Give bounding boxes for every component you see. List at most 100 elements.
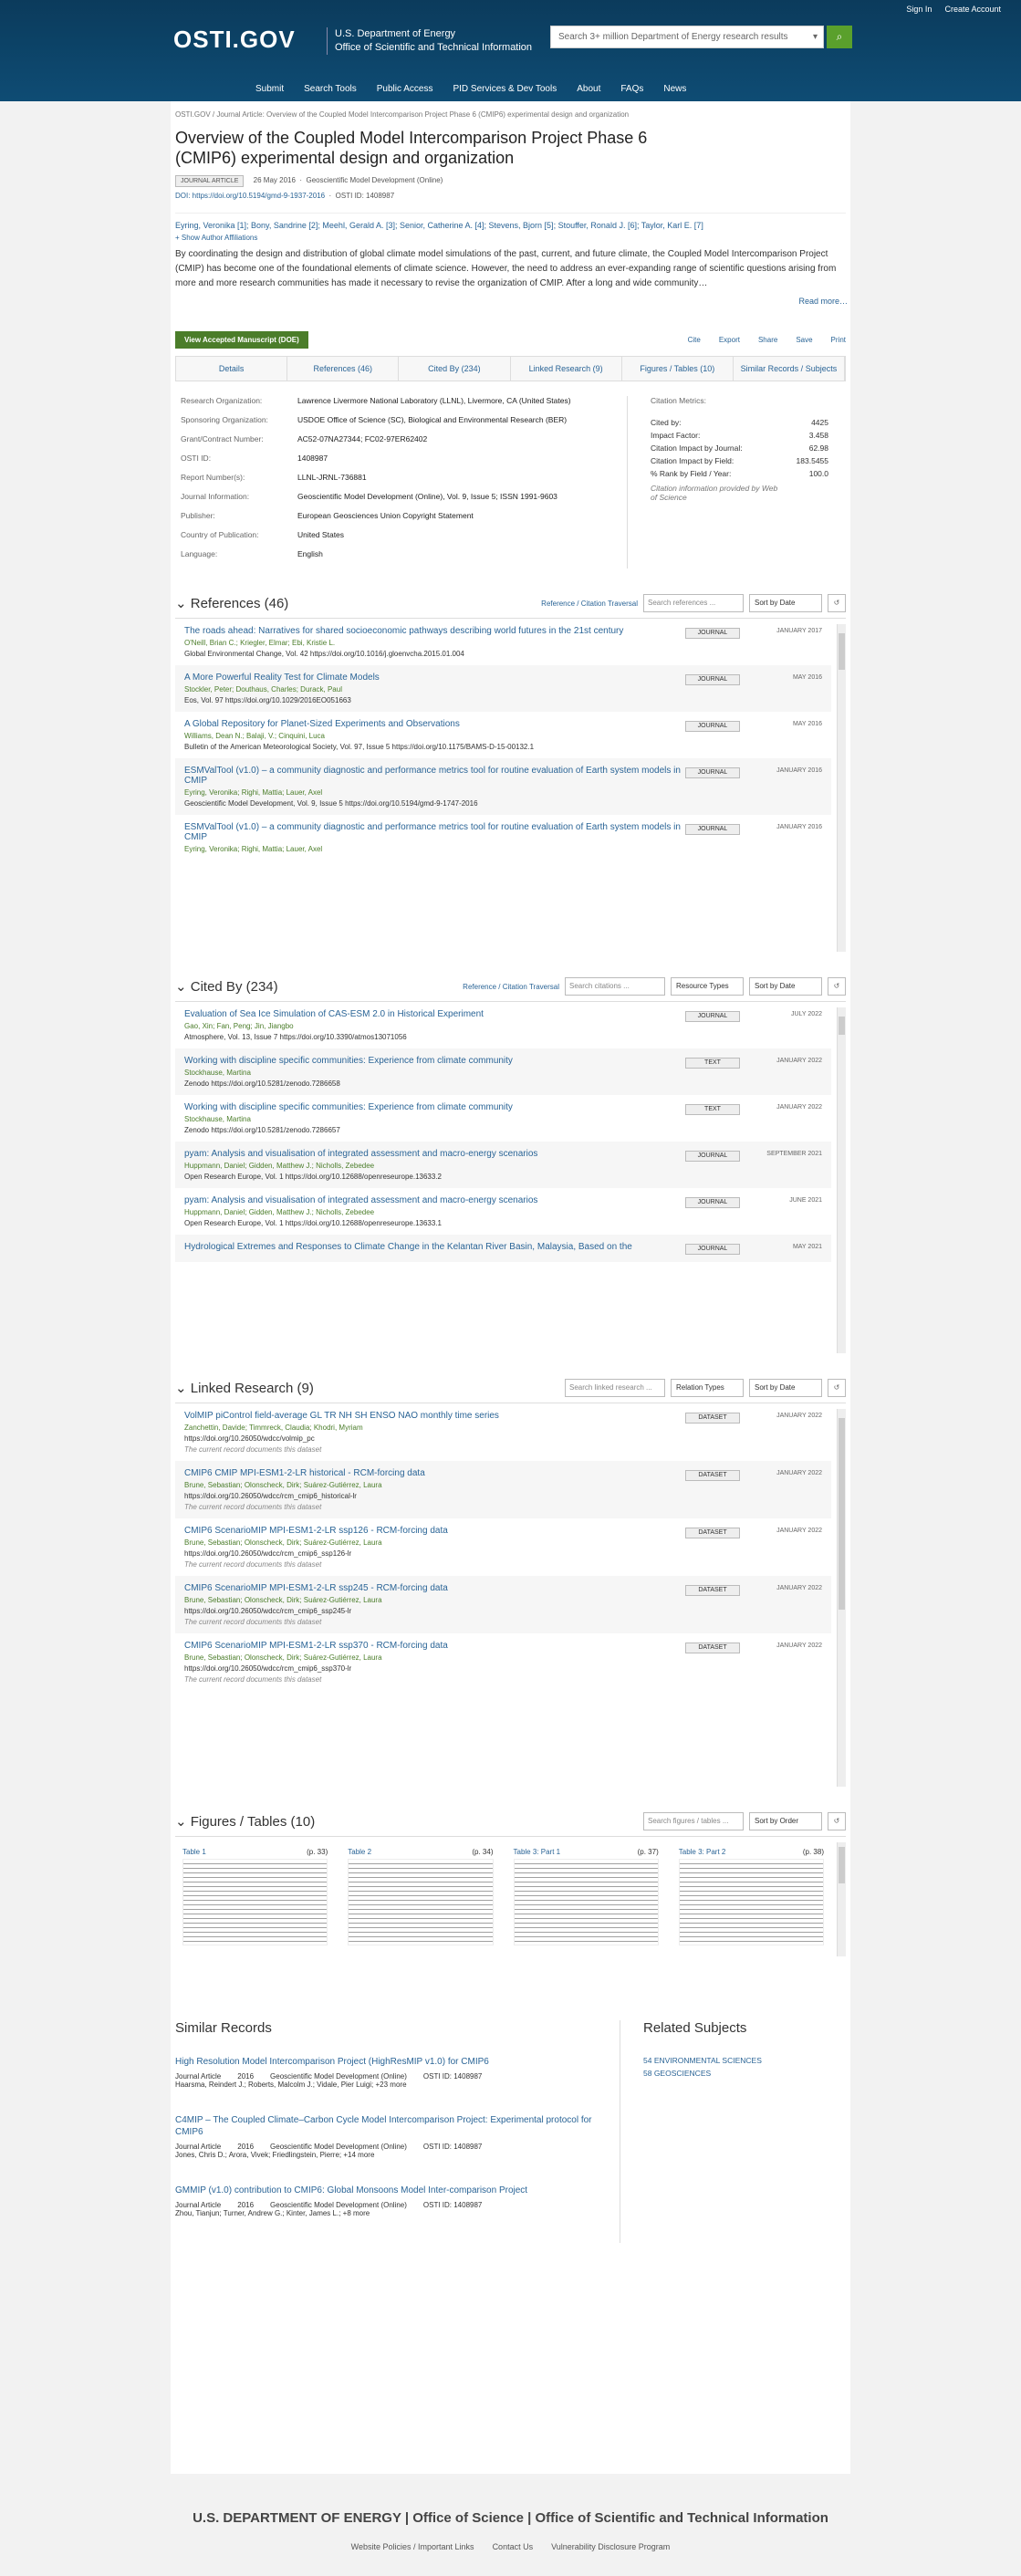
item-title-link[interactable]: ESMValTool (v1.0) – a community diagnost… — [184, 822, 685, 842]
resource-type-select[interactable]: Resource Types — [671, 977, 744, 996]
item-title-link[interactable]: pyam: Analysis and visualisation of inte… — [184, 1195, 685, 1205]
osti-logo[interactable]: OSTI.GOV — [173, 26, 296, 54]
metric-row: Cited by: 4425 — [651, 418, 828, 427]
item-title-link[interactable]: CMIP6 ScenarioMIP MPI-ESM1-2-LR ssp126 -… — [184, 1526, 685, 1536]
item-title-link[interactable]: CMIP6 CMIP MPI-ESM1-2-LR historical - RC… — [184, 1468, 685, 1478]
subject-link[interactable]: 54 ENVIRONMENTAL SCIENCES — [643, 2056, 762, 2065]
sign-in-link[interactable]: Sign In — [906, 5, 932, 14]
similar-record: High Resolution Model Intercomparison Pr… — [175, 2056, 618, 2089]
figure-thumbnail[interactable] — [678, 1859, 824, 1945]
item-title-link[interactable]: VolMIP piControl field-average GL TR NH … — [184, 1411, 685, 1421]
item-title-link[interactable]: CMIP6 ScenarioMIP MPI-ESM1-2-LR ssp370 -… — [184, 1641, 685, 1651]
item-title-link[interactable]: Hydrological Extremes and Responses to C… — [184, 1242, 685, 1252]
refresh-icon[interactable]: ↺ — [828, 1812, 846, 1830]
figure-card[interactable]: Table 3: Part 1 (p. 37) — [513, 1848, 659, 1945]
sort-select[interactable]: Sort by Date — [749, 594, 822, 612]
search-button[interactable]: ⌕ — [827, 26, 852, 48]
figure-label[interactable]: Table 3: Part 2 — [679, 1848, 726, 1856]
nav-item[interactable]: About — [577, 84, 600, 94]
scrollbar[interactable] — [837, 1842, 846, 1956]
list-item: Hydrological Extremes and Responses to C… — [175, 1235, 831, 1262]
create-account-link[interactable]: Create Account — [944, 5, 1001, 14]
figure-card[interactable]: Table 3: Part 2 (p. 38) — [678, 1848, 824, 1945]
show-affiliations-link[interactable]: + Show Author Affiliations — [175, 234, 846, 242]
section-title[interactable]: ⌄ Cited By (234) — [175, 978, 278, 995]
doe-logo[interactable]: U.S. DEPARTMENT OF ENERGY | Office of Sc… — [0, 2510, 1021, 2526]
refresh-icon[interactable]: ↺ — [828, 594, 846, 612]
item-title-link[interactable]: A Global Repository for Planet-Sized Exp… — [184, 719, 685, 729]
search-linked-input[interactable]: Search linked research ... — [565, 1379, 665, 1397]
figure-label[interactable]: Table 3: Part 1 — [514, 1848, 561, 1856]
scrollbar[interactable] — [837, 1007, 846, 1353]
section-title[interactable]: ⌄ References (46) — [175, 595, 288, 611]
tool-4[interactable]: Print — [831, 336, 846, 344]
item-title-link[interactable]: Evaluation of Sea Ice Simulation of CAS-… — [184, 1009, 685, 1019]
figure-thumbnail[interactable] — [182, 1859, 328, 1945]
sort-select[interactable]: Sort by Date — [749, 1379, 822, 1397]
nav-item[interactable]: Search Tools — [304, 84, 357, 94]
nav-item[interactable]: PID Services & Dev Tools — [453, 84, 557, 94]
tab[interactable]: Linked Research (9) — [511, 357, 622, 381]
section-title[interactable]: ⌄ Figures / Tables (10) — [175, 1813, 315, 1830]
record-title-link[interactable]: C4MIP – The Coupled Climate–Carbon Cycle… — [175, 2114, 618, 2138]
tab[interactable]: Cited By (234) — [399, 357, 511, 381]
search-figures-input[interactable]: Search figures / tables ... — [643, 1812, 744, 1830]
site-search-input[interactable]: Search 3+ million Department of Energy r… — [550, 26, 824, 48]
figure-card[interactable]: Table 2 (p. 34) — [348, 1848, 494, 1945]
refresh-icon[interactable]: ↺ — [828, 1379, 846, 1397]
figure-label[interactable]: Table 1 — [182, 1848, 206, 1856]
metric-label: Impact Factor: — [651, 431, 701, 440]
list-item: Working with discipline specific communi… — [175, 1048, 831, 1095]
doi-link[interactable]: DOI: https://doi.org/10.5194/gmd-9-1937-… — [175, 192, 325, 200]
figure-thumbnail[interactable] — [513, 1859, 659, 1945]
figure-thumbnail[interactable] — [348, 1859, 494, 1945]
figure-label[interactable]: Table 2 — [348, 1848, 371, 1856]
tool-0[interactable]: Cite — [688, 336, 701, 344]
tab[interactable]: Figures / Tables (10) — [622, 357, 734, 381]
item-authors: Brune, Sebastian; Olonscheck, Dirk; Suár… — [184, 1596, 382, 1604]
nav-item[interactable]: Submit — [255, 84, 284, 94]
tab[interactable]: References (46) — [287, 357, 400, 381]
detail-value: European Geosciences Union Copyright Sta… — [297, 511, 474, 520]
item-title-link[interactable]: pyam: Analysis and visualisation of inte… — [184, 1149, 685, 1159]
subject-link[interactable]: 58 GEOSCIENCES — [643, 2069, 762, 2078]
item-title-link[interactable]: The roads ahead: Narratives for shared s… — [184, 626, 685, 636]
sort-select[interactable]: Sort by Order — [749, 1812, 822, 1830]
item-title-link[interactable]: Working with discipline specific communi… — [184, 1056, 685, 1066]
author-list[interactable]: Eyring, Veronika [1]; Bony, Sandrine [2]… — [175, 213, 846, 230]
read-more-link[interactable]: Read more… — [173, 297, 848, 306]
nav-item[interactable]: FAQs — [620, 84, 643, 94]
item-note: The current record documents this datase… — [184, 1618, 322, 1626]
nav-item[interactable]: Public Access — [377, 84, 433, 94]
search-references-input[interactable]: Search references ... — [643, 594, 744, 612]
breadcrumb[interactable]: OSTI.GOV / Journal Article: Overview of … — [173, 101, 848, 119]
tool-3[interactable]: Save — [796, 336, 812, 344]
tool-2[interactable]: Share — [758, 336, 777, 344]
nav-item[interactable]: News — [663, 84, 686, 94]
detail-value: AC52-07NA27344; FC02-97ER62402 — [297, 434, 428, 443]
refresh-icon[interactable]: ↺ — [828, 977, 846, 996]
scrollbar[interactable] — [837, 624, 846, 952]
footer-link[interactable]: Contact Us — [493, 2542, 534, 2551]
tool-1[interactable]: Export — [719, 336, 740, 344]
scrollbar[interactable] — [837, 1409, 846, 1787]
view-manuscript-button[interactable]: View Accepted Manuscript (DOE) — [175, 331, 308, 349]
traversal-link[interactable]: Reference / Citation Traversal — [463, 983, 559, 991]
record-title-link[interactable]: High Resolution Model Intercomparison Pr… — [175, 2056, 618, 2068]
item-title-link[interactable]: A More Powerful Reality Test for Climate… — [184, 673, 685, 683]
search-citations-input[interactable]: Search citations ... — [565, 977, 665, 996]
tab[interactable]: Details — [176, 357, 288, 381]
section-title[interactable]: ⌄ Linked Research (9) — [175, 1380, 314, 1396]
tab[interactable]: Similar Records / Subjects — [734, 357, 846, 381]
item-title-link[interactable]: CMIP6 ScenarioMIP MPI-ESM1-2-LR ssp245 -… — [184, 1583, 685, 1593]
footer-link[interactable]: Vulnerability Disclosure Program — [551, 2542, 670, 2551]
traversal-link[interactable]: Reference / Citation Traversal — [541, 600, 638, 608]
figure-card[interactable]: Table 1 (p. 33) — [182, 1848, 328, 1945]
chevron-down-icon[interactable]: ▾ — [813, 32, 818, 42]
item-title-link[interactable]: ESMValTool (v1.0) – a community diagnost… — [184, 766, 685, 786]
sort-select[interactable]: Sort by Date — [749, 977, 822, 996]
item-title-link[interactable]: Working with discipline specific communi… — [184, 1102, 685, 1112]
relation-type-select[interactable]: Relation Types — [671, 1379, 744, 1397]
footer-link[interactable]: Website Policies / Important Links — [351, 2542, 474, 2551]
record-title-link[interactable]: GMMIP (v1.0) contribution to CMIP6: Glob… — [175, 2185, 618, 2196]
